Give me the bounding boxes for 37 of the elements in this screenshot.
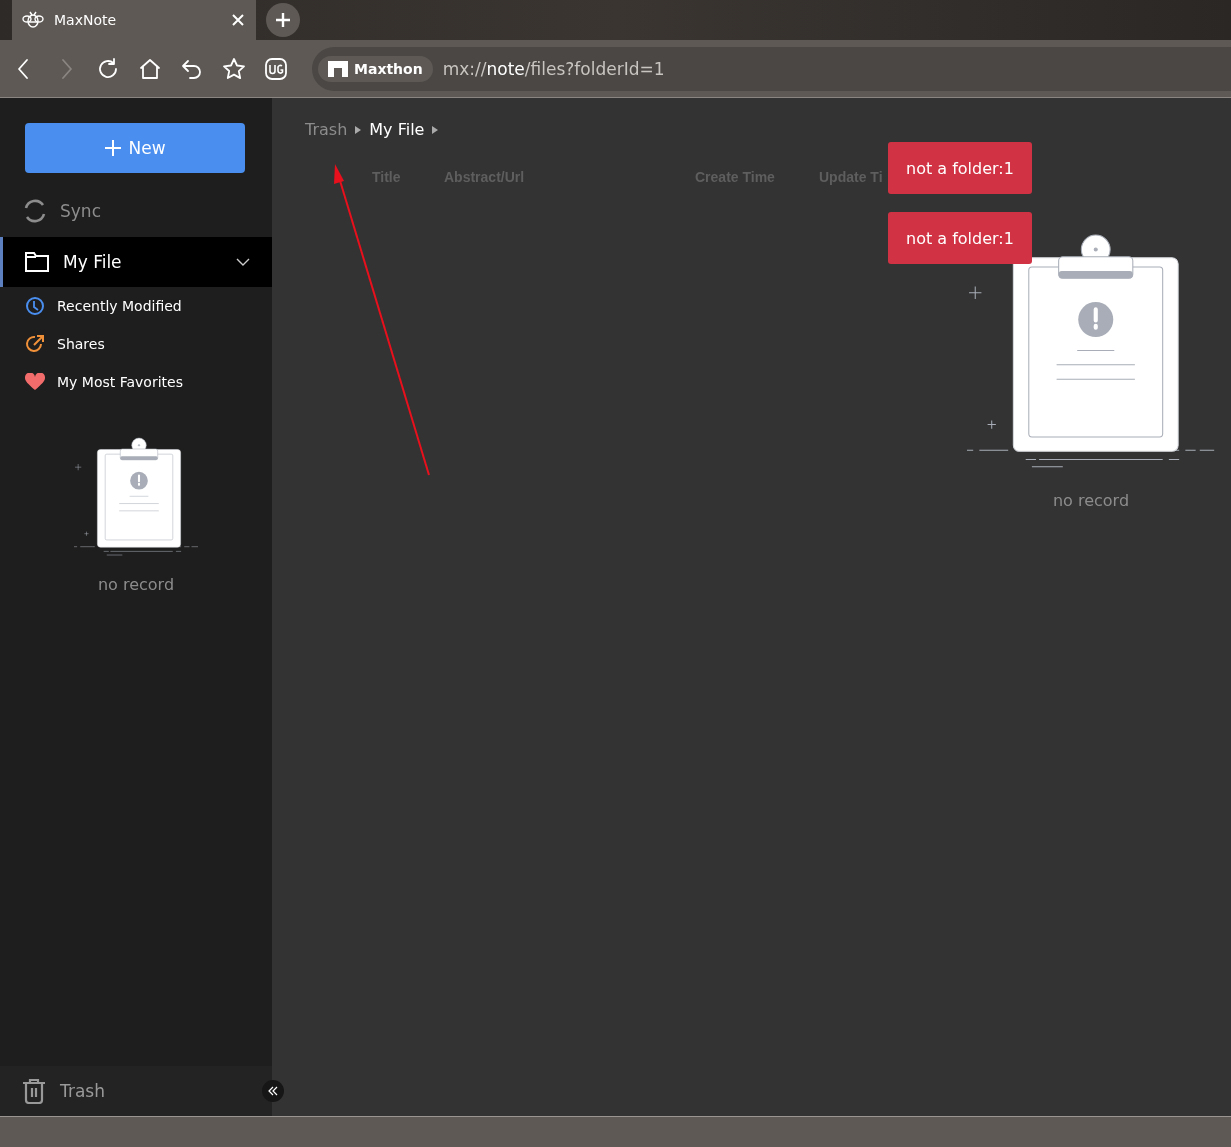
site-badge[interactable]: Maxthon	[318, 55, 433, 82]
new-tab-button[interactable]	[266, 3, 300, 37]
error-toast: not a folder:1	[888, 212, 1032, 264]
folder-icon	[25, 252, 49, 272]
trash-item[interactable]: Trash	[0, 1066, 272, 1116]
empty-message: no record	[1052, 490, 1130, 510]
plus-icon	[104, 139, 123, 157]
reload-icon[interactable]	[96, 56, 120, 81]
clock-icon	[25, 296, 45, 316]
caret-icon	[432, 125, 439, 134]
site-label: Maxthon	[354, 60, 423, 77]
ug-icon[interactable]	[264, 56, 288, 81]
close-icon	[232, 14, 244, 26]
tab-title: MaxNote	[54, 12, 118, 28]
browser-tab[interactable]: MaxNote	[12, 0, 256, 40]
star-icon[interactable]	[222, 56, 246, 81]
breadcrumb[interactable]: My File	[369, 120, 425, 139]
sidebar-item[interactable]: Shares	[0, 325, 272, 363]
sidebar-item[interactable]: Recently Modified	[0, 287, 272, 325]
sidebar-item[interactable]: My Most Favorites	[0, 363, 272, 401]
address-bar[interactable]: Maxthon mx://note/files?folderId=1	[312, 46, 1231, 91]
plus-icon	[275, 12, 291, 28]
sidebar-item[interactable]: My File	[0, 237, 272, 287]
home-icon[interactable]	[138, 56, 162, 81]
breadcrumb[interactable]: Trash	[305, 120, 348, 139]
double-chevron-icon	[268, 1086, 278, 1096]
empty-message: no record	[97, 575, 175, 595]
sync-button[interactable]: Sync	[0, 185, 272, 237]
storefront-icon	[328, 60, 348, 77]
sync-icon	[22, 198, 48, 224]
error-toast: not a folder:1	[888, 142, 1032, 194]
url-text: mx://note/files?folderId=1	[442, 58, 665, 79]
caret-icon	[355, 125, 362, 134]
heart-icon	[25, 373, 45, 391]
share-icon	[25, 334, 45, 354]
trash-icon	[22, 1078, 46, 1104]
bee-icon	[22, 9, 44, 31]
